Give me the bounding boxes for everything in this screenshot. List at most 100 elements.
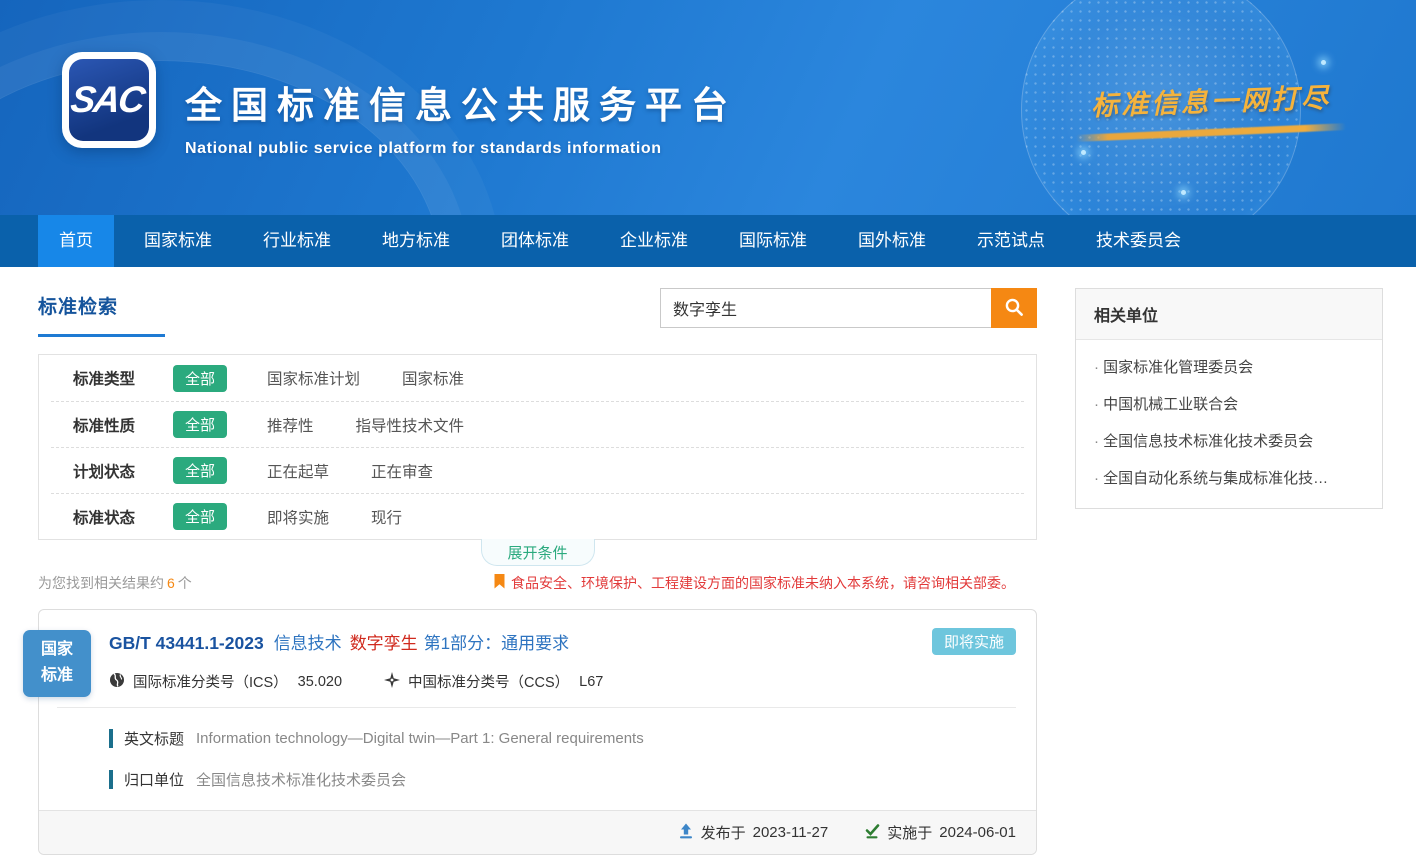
nav-tab-home[interactable]: 首页 — [38, 215, 114, 267]
nav-tab-local-standards[interactable]: 地方标准 — [361, 215, 471, 267]
nav-tab-enterprise-standards[interactable]: 企业标准 — [599, 215, 709, 267]
main-nav: 首页 国家标准 行业标准 地方标准 团体标准 企业标准 国际标准 国外标准 示范… — [0, 215, 1416, 267]
globe-icon — [109, 672, 133, 692]
filter-label: 标准类型 — [73, 367, 173, 389]
search-input[interactable] — [660, 288, 991, 328]
implemented-date: 2024-06-01 — [939, 824, 1016, 841]
english-title-label: 英文标题 — [124, 728, 184, 749]
status-badge: 即将实施 — [932, 628, 1016, 655]
results-count-suffix: 个 — [178, 575, 192, 591]
result-title[interactable]: GB/T 43441.1-2023 信息技术 数字孪生 第1部分：通用要求 — [109, 629, 1016, 654]
filter-option[interactable]: 即将实施 — [267, 506, 329, 528]
filter-option[interactable]: 国家标准 — [402, 367, 464, 389]
result-card-footer: 发布于 2023-11-27 实施于 2024-06-01 — [39, 810, 1036, 854]
result-card: 国家 标准 即将实施 GB/T 43441.1-2023 信息技术 数字孪生 第… — [38, 609, 1037, 855]
implemented-label: 实施于 — [887, 822, 932, 843]
expand-conditions-button[interactable]: 展开条件 — [481, 539, 595, 566]
ccs-meta: 中国标准分类号（CCS） L67 — [384, 671, 603, 692]
compass-star-icon — [384, 672, 408, 692]
filter-all-button[interactable]: 全部 — [173, 365, 227, 392]
english-title-value: Information technology—Digital twin—Part… — [196, 730, 644, 747]
nav-tab-international-standards[interactable]: 国际标准 — [718, 215, 828, 267]
implemented-date-item: 实施于 2024-06-01 — [864, 822, 1016, 843]
results-count-number: 6 — [164, 575, 178, 591]
filter-all-button[interactable]: 全部 — [173, 411, 227, 438]
nav-tab-group-standards[interactable]: 团体标准 — [480, 215, 590, 267]
committee-row: 归口单位 全国信息技术标准化技术委员会 — [109, 769, 1016, 790]
filter-label: 标准状态 — [73, 506, 173, 528]
related-units-title: 相关单位 — [1076, 289, 1382, 340]
filter-option[interactable]: 国家标准计划 — [267, 367, 360, 389]
ccs-value: L67 — [579, 674, 603, 690]
standard-title-part2[interactable]: 第1部分：通用要求 — [424, 629, 569, 654]
ics-label: 国际标准分类号（ICS） — [133, 671, 288, 692]
nav-tab-technical-committees[interactable]: 技术委员会 — [1075, 215, 1202, 267]
ics-meta: 国际标准分类号（ICS） 35.020 — [109, 671, 342, 692]
filter-row-standard-type: 标准类型 全部 国家标准计划 国家标准 — [51, 355, 1024, 401]
filter-option[interactable]: 指导性技术文件 — [356, 414, 465, 436]
badge-line1: 国家 — [23, 637, 91, 663]
filter-option[interactable]: 正在审查 — [371, 460, 433, 482]
section-title-wrap: 标准检索 — [38, 288, 165, 337]
check-icon — [864, 823, 880, 843]
sac-logo-text: SAC — [68, 79, 150, 121]
standard-title-highlight[interactable]: 数字孪生 — [350, 629, 418, 654]
sparkle-icon — [1181, 190, 1186, 195]
site-banner: SAC 全国标准信息公共服务平台 National public service… — [0, 0, 1416, 215]
filter-all-button[interactable]: 全部 — [173, 503, 227, 530]
published-date: 2023-11-27 — [753, 824, 829, 841]
filter-label: 计划状态 — [73, 460, 173, 482]
row-marker-bar — [109, 729, 113, 748]
filter-row-standard-status: 标准状态 全部 即将实施 现行 — [51, 493, 1024, 539]
nav-tab-pilot-programs[interactable]: 示范试点 — [956, 215, 1066, 267]
nav-tab-foreign-standards[interactable]: 国外标准 — [837, 215, 947, 267]
site-brand: 全国标准信息公共服务平台 National public service pla… — [185, 75, 737, 158]
filter-all-button[interactable]: 全部 — [173, 457, 227, 484]
card-divider — [57, 707, 1016, 708]
badge-line2: 标准 — [23, 663, 91, 689]
slogan-text: 标准信息一网打尽 — [1090, 76, 1331, 123]
filter-option[interactable]: 推荐性 — [267, 414, 314, 436]
nav-tab-industry-standards[interactable]: 行业标准 — [242, 215, 352, 267]
sac-logo-inner: SAC — [69, 59, 149, 141]
search-icon — [1004, 297, 1024, 320]
sparkle-icon — [1081, 150, 1086, 155]
results-count: 为您找到相关结果约6个 — [38, 573, 192, 593]
filter-label: 标准性质 — [73, 414, 173, 436]
results-count-prefix: 为您找到相关结果约 — [38, 575, 164, 591]
standard-title-part1[interactable]: 信息技术 — [274, 629, 342, 654]
committee-value: 全国信息技术标准化技术委员会 — [196, 769, 406, 790]
related-unit-link[interactable]: 中国机械工业联合会 — [1076, 377, 1382, 414]
related-unit-link[interactable]: 全国自动化系统与集成标准化技… — [1076, 451, 1382, 508]
upload-icon — [678, 823, 694, 843]
published-date-item: 发布于 2023-11-27 — [678, 822, 829, 843]
site-title: 全国标准信息公共服务平台 — [185, 75, 737, 129]
related-units-panel: 相关单位 国家标准化管理委员会 中国机械工业联合会 全国信息技术标准化技术委员会… — [1075, 288, 1383, 509]
results-info: 为您找到相关结果约6个 食品安全、环境保护、工程建设方面的国家标准未纳入本系统，… — [38, 573, 1037, 593]
page-title: 标准检索 — [38, 292, 165, 319]
committee-label: 归口单位 — [124, 769, 184, 790]
filter-option[interactable]: 现行 — [371, 506, 402, 528]
search-button[interactable] — [991, 288, 1037, 328]
site-subtitle: National public service platform for sta… — [185, 140, 737, 158]
ics-value: 35.020 — [298, 674, 342, 690]
filter-option[interactable]: 正在起草 — [267, 460, 329, 482]
result-meta-row: 国际标准分类号（ICS） 35.020 中国标准分类号（CCS） L67 — [109, 671, 1016, 692]
search-row: 标准检索 — [38, 288, 1037, 337]
related-unit-link[interactable]: 全国信息技术标准化技术委员会 — [1076, 414, 1382, 451]
row-marker-bar — [109, 770, 113, 789]
filter-row-plan-status: 计划状态 全部 正在起草 正在审查 — [51, 447, 1024, 493]
national-standard-badge: 国家 标准 — [23, 630, 91, 697]
published-label: 发布于 — [701, 822, 746, 843]
ccs-label: 中国标准分类号（CCS） — [408, 671, 569, 692]
filter-box: 标准类型 全部 国家标准计划 国家标准 标准性质 全部 推荐性 指导性技术文件 … — [38, 354, 1037, 540]
search-group — [660, 288, 1037, 328]
content-area: 标准检索 标准类型 全部 国家标准计 — [0, 267, 1416, 855]
english-title-row: 英文标题 Information technology—Digital twin… — [109, 728, 1016, 749]
related-unit-link[interactable]: 国家标准化管理委员会 — [1076, 340, 1382, 377]
standard-code-link[interactable]: GB/T 43441.1-2023 — [109, 633, 264, 654]
sac-logo[interactable]: SAC — [62, 52, 156, 148]
nav-tab-national-standards[interactable]: 国家标准 — [123, 215, 233, 267]
main-column: 标准检索 标准类型 全部 国家标准计 — [38, 288, 1037, 855]
system-notice: 食品安全、环境保护、工程建设方面的国家标准未纳入本系统，请咨询相关部委。 — [494, 573, 1015, 593]
